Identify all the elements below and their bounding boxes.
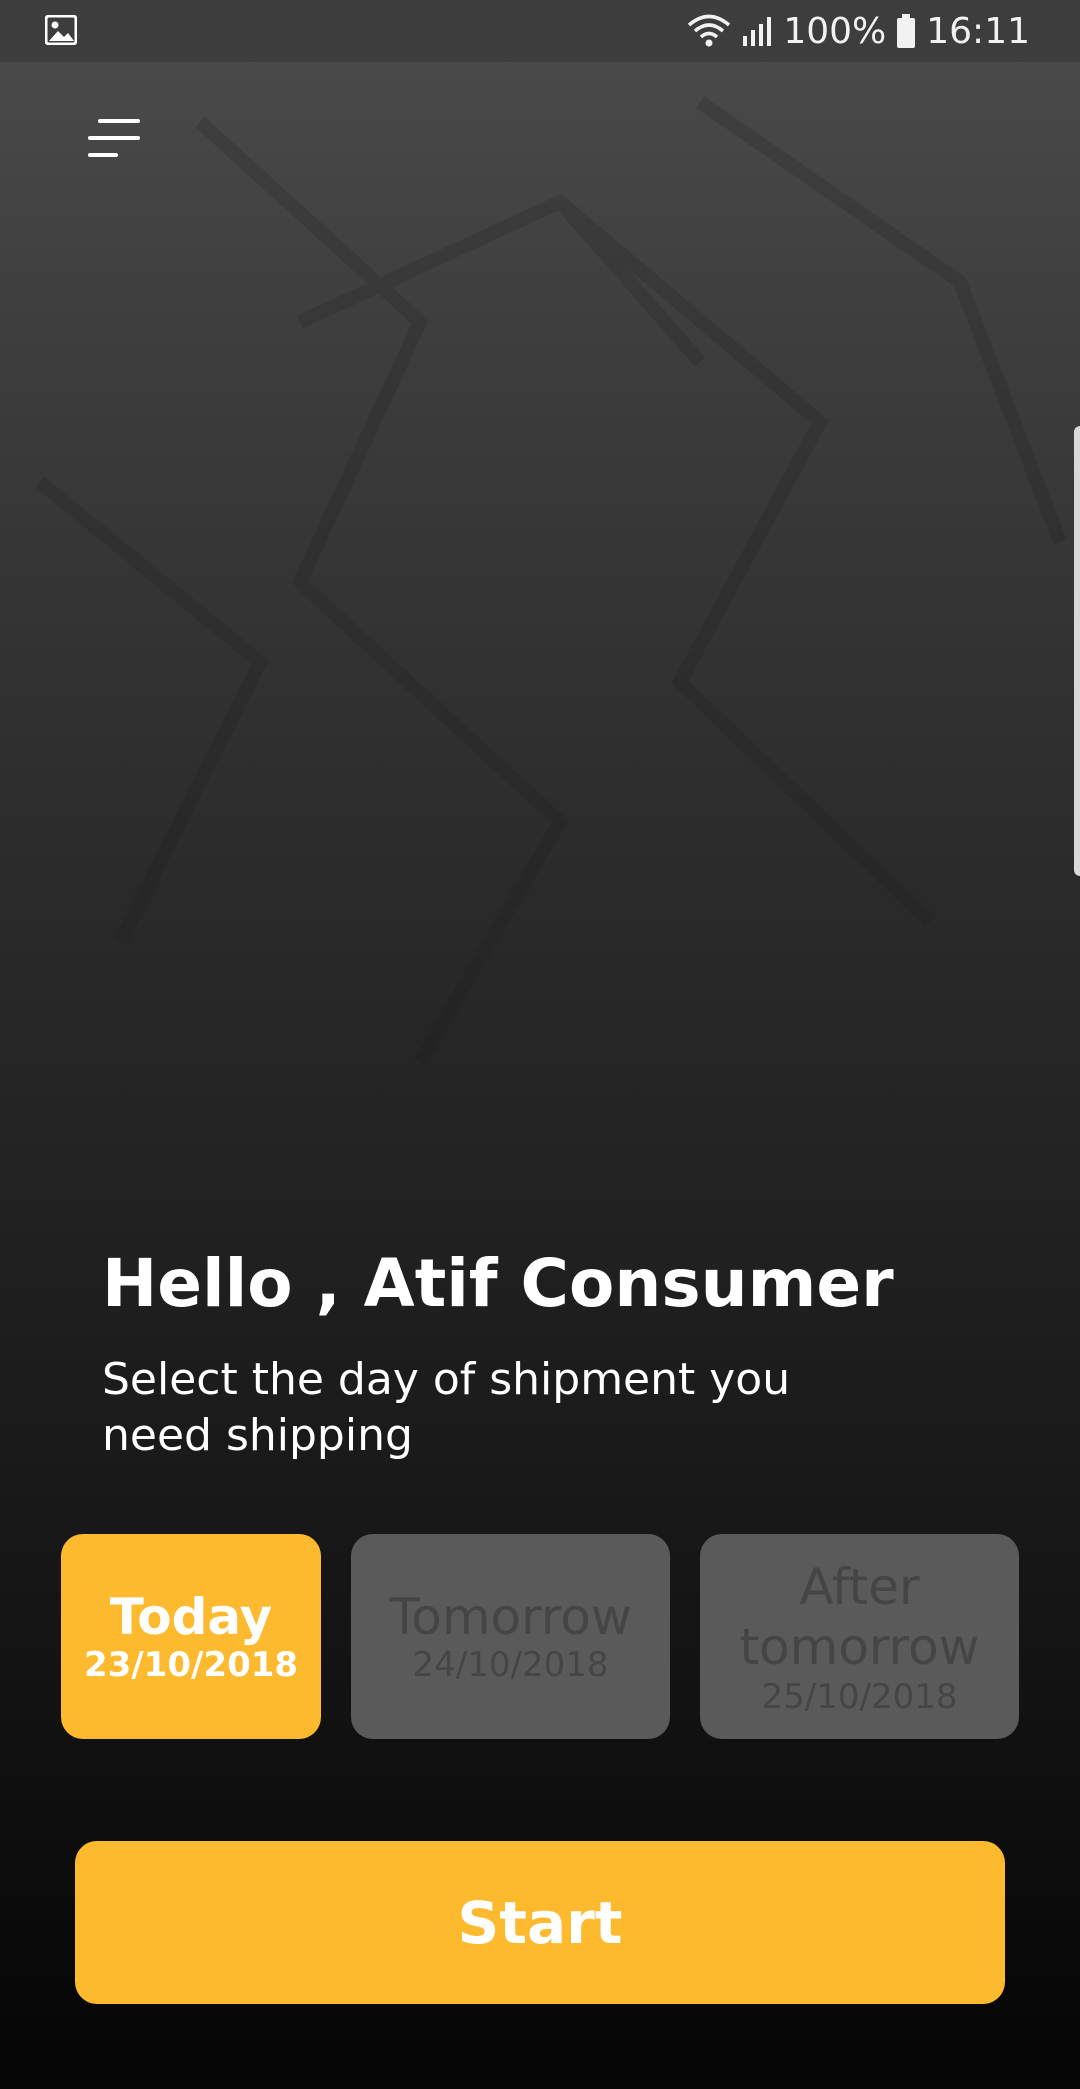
day-option-label: Today [109, 1587, 273, 1646]
app-screen: 100% 16:11 Hello , Atif Consumer Select … [0, 0, 1080, 2089]
side-drawer-handle[interactable] [1074, 426, 1080, 876]
day-option-today[interactable]: Today 23/10/2018 [61, 1534, 321, 1739]
day-option-tomorrow[interactable]: Tomorrow 24/10/2018 [351, 1534, 670, 1739]
battery-icon [897, 14, 916, 48]
clock-time: 16:11 [926, 10, 1030, 52]
signal-icon [743, 17, 772, 46]
day-option-date: 25/10/2018 [761, 1676, 958, 1717]
status-bar: 100% 16:11 [0, 0, 1080, 62]
greeting-title: Hello , Atif Consumer [102, 1245, 894, 1322]
day-option-label: Tomorrow [389, 1587, 632, 1646]
wifi-icon [688, 14, 731, 47]
menu-button[interactable] [88, 112, 148, 168]
status-icons: 100% 16:11 [687, 0, 1030, 62]
day-option-date: 24/10/2018 [412, 1644, 609, 1685]
menu-icon [88, 119, 140, 157]
day-option-label: After tomorrow [739, 1557, 980, 1676]
battery-percent: 100% [783, 10, 887, 52]
start-button[interactable]: Start [75, 1841, 1005, 2004]
greeting-subtitle: Select the day of shipment you need ship… [102, 1354, 791, 1461]
gallery-icon [45, 15, 77, 45]
day-option-date: 23/10/2018 [83, 1644, 299, 1685]
day-option-after-tomorrow[interactable]: After tomorrow 25/10/2018 [700, 1534, 1019, 1739]
background-pattern [35, 96, 1067, 1066]
